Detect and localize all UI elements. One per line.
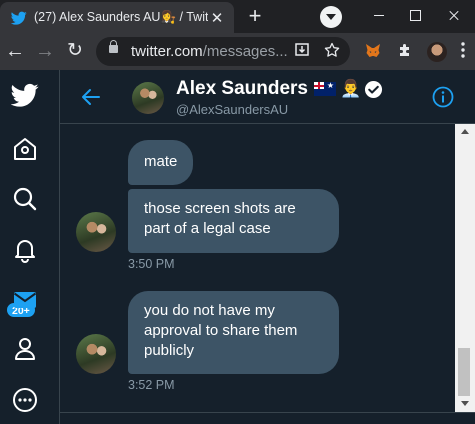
- conversation-name: Alex Saunders: [176, 78, 308, 99]
- tab-search-button[interactable]: [320, 6, 342, 28]
- url-domain: twitter.com: [131, 43, 203, 60]
- tab-close-icon[interactable]: ✕: [208, 9, 226, 27]
- url-text[interactable]: twitter.com/messages...: [131, 43, 288, 60]
- more-icon[interactable]: [11, 386, 39, 414]
- message-bubble[interactable]: those screen shots are part of a legal c…: [128, 189, 339, 253]
- install-app-icon[interactable]: [293, 42, 311, 60]
- browser-tab[interactable]: (27) Alex Saunders AU👩‍⚖️ / Twitter ✕: [0, 2, 234, 33]
- window-maximize-button[interactable]: [397, 0, 433, 33]
- info-icon[interactable]: [432, 86, 454, 108]
- composer-divider: [60, 412, 475, 424]
- window-minimize-button[interactable]: [361, 0, 397, 33]
- metamask-fox-icon[interactable]: [363, 42, 383, 62]
- conversation-title[interactable]: Alex Saunders 👨‍💼: [176, 78, 383, 100]
- browser-toolbar: ← → ↻ twitter.com/messages...: [0, 33, 475, 70]
- twitter-favicon-icon: [11, 11, 27, 25]
- profile-icon[interactable]: [11, 335, 39, 363]
- verified-badge-icon: [364, 80, 383, 98]
- message-scrollbar[interactable]: [455, 124, 475, 412]
- search-icon[interactable]: [11, 185, 39, 213]
- tab-title: (27) Alex Saunders AU👩‍⚖️ / Twitter: [34, 10, 208, 24]
- scrollbar-thumb[interactable]: [458, 348, 470, 396]
- messages-mail-icon[interactable]: [11, 286, 39, 314]
- message-timestamp: 3:52 PM: [128, 378, 175, 392]
- conversation-avatar[interactable]: [132, 82, 164, 114]
- scroll-up-arrow-icon[interactable]: [461, 129, 469, 134]
- profile-avatar[interactable]: [427, 42, 447, 62]
- browser-reload-button[interactable]: ↻: [63, 39, 87, 63]
- browser-forward-button[interactable]: →: [33, 39, 57, 63]
- twitter-logo-icon[interactable]: [11, 81, 39, 109]
- lock-icon[interactable]: [109, 40, 118, 53]
- browser-tabstrip: (27) Alex Saunders AU👩‍⚖️ / Twitter ✕ +: [0, 0, 475, 33]
- new-tab-button[interactable]: +: [243, 5, 267, 27]
- browser-back-button[interactable]: ←: [3, 39, 27, 63]
- browser-menu-icon[interactable]: [453, 42, 473, 62]
- home-icon[interactable]: [11, 135, 39, 163]
- office-worker-emoji-icon: 👨‍💼: [340, 79, 362, 98]
- conversation-header: Alex Saunders 👨‍💼 @AlexSaundersAU: [60, 70, 475, 124]
- bookmark-star-icon[interactable]: [323, 42, 341, 60]
- message-list: mate those screen shots are part of a le…: [60, 124, 455, 412]
- window-close-button[interactable]: [433, 0, 475, 33]
- scroll-down-arrow-icon[interactable]: [461, 401, 469, 406]
- twitter-sidebar: 20+: [0, 70, 60, 424]
- url-path: /messages...: [202, 43, 288, 60]
- extensions-puzzle-icon[interactable]: [395, 42, 415, 62]
- sender-avatar[interactable]: [76, 212, 116, 252]
- notifications-bell-icon[interactable]: [11, 235, 39, 263]
- message-bubble[interactable]: mate: [128, 140, 194, 185]
- address-bar[interactable]: twitter.com/messages...: [96, 37, 350, 66]
- conversation-handle: @AlexSaundersAU: [176, 102, 289, 117]
- back-arrow-icon[interactable]: [80, 86, 102, 108]
- sender-avatar[interactable]: [76, 334, 116, 374]
- australia-flag-icon: [314, 82, 336, 96]
- message-bubble[interactable]: you do not have my approval to share the…: [128, 291, 339, 374]
- message-timestamp: 3:50 PM: [128, 257, 175, 271]
